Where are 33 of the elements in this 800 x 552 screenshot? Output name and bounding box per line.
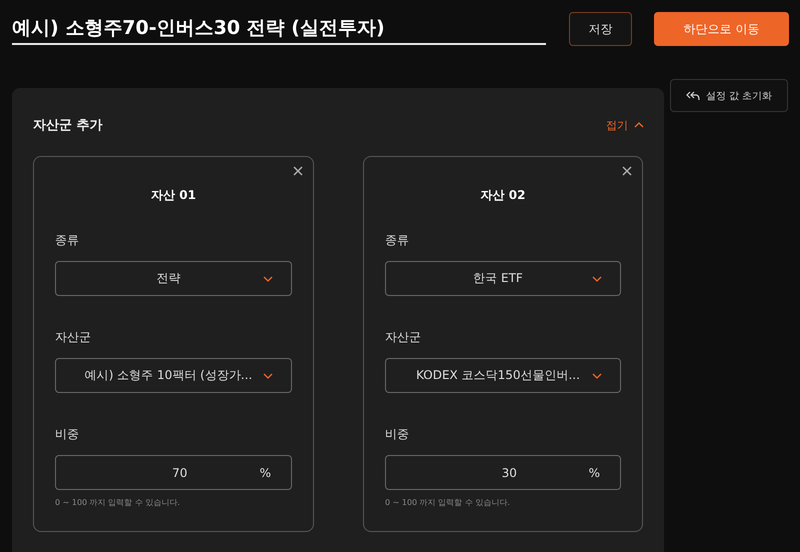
hint-text: 0 ~ 100 까지 입력할 수 있습니다. (55, 497, 181, 508)
weight-field[interactable]: 30 % (385, 455, 621, 490)
asset-class-select[interactable]: 예시) 소형주 10팩터 (성장가... (55, 358, 292, 393)
close-button[interactable] (293, 166, 303, 176)
asset-class-select[interactable]: KODEX 코스닥150선물인버... (385, 358, 621, 393)
hint-text: 0 ~ 100 까지 입력할 수 있습니다. (385, 497, 511, 508)
collapse-button[interactable]: 접기 (606, 118, 644, 132)
asset-title: 자산 02 (480, 187, 526, 204)
undo-icon (686, 90, 700, 100)
field-label: 종류 (55, 233, 79, 247)
chevron-down-icon (592, 276, 602, 282)
title-field[interactable]: 예시) 소형주70-인버스30 전략 (실전투자) (12, 13, 546, 45)
save-button[interactable]: 저장 (569, 12, 632, 46)
reset-button[interactable]: 설정 값 초기화 (670, 79, 788, 112)
field-label: 비중 (385, 427, 409, 441)
chevron-down-icon (263, 372, 273, 378)
asset-title: 자산 01 (151, 187, 196, 204)
chevron-up-icon (634, 122, 644, 128)
field-label: 자산군 (55, 330, 91, 344)
section-title: 자산군 추가 (33, 117, 103, 134)
field-label: 종류 (385, 233, 409, 247)
field-label: 자산군 (385, 330, 421, 344)
unit-label: % (260, 466, 271, 480)
unit-label: % (588, 466, 600, 480)
close-icon (293, 166, 303, 176)
field-label: 비중 (55, 427, 79, 441)
close-icon (622, 166, 632, 176)
type-select[interactable]: 전략 (55, 261, 292, 296)
weight-field[interactable]: 70 % (55, 455, 292, 490)
chevron-down-icon (592, 372, 602, 378)
close-button[interactable] (622, 166, 632, 176)
chevron-down-icon (263, 276, 273, 282)
type-select[interactable]: 한국 ETF (385, 261, 621, 296)
